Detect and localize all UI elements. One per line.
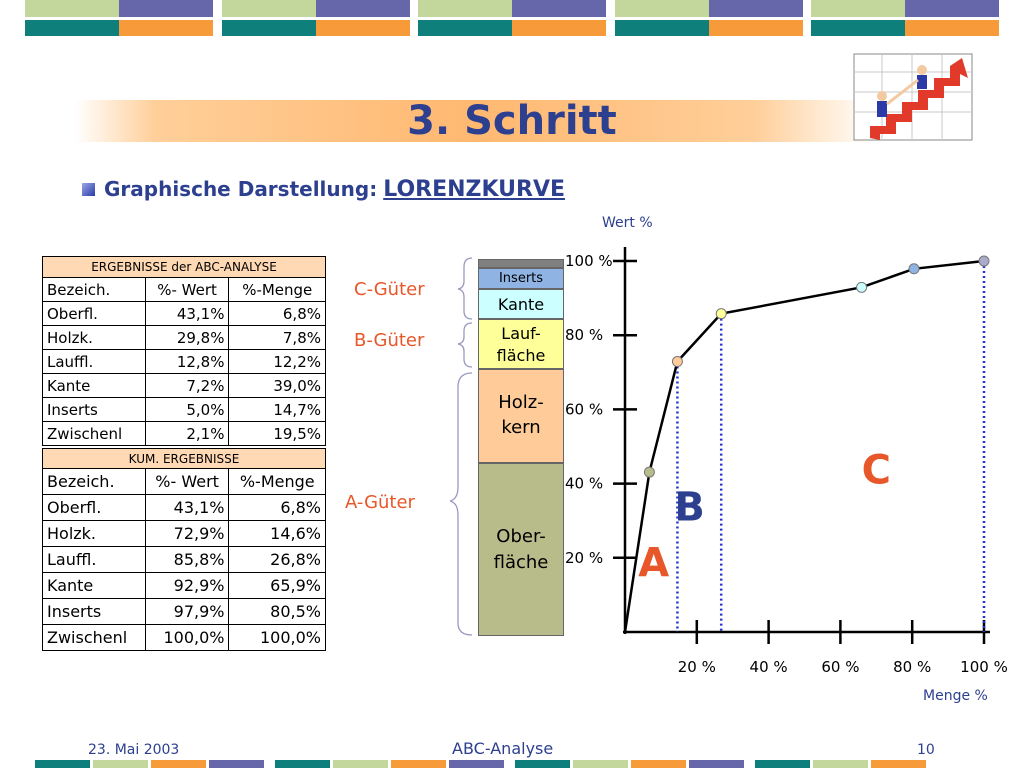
cell-quantity: 39,0% (228, 373, 326, 398)
column-header: %-Menge (228, 277, 326, 302)
footer-title: ABC-Analyse (452, 739, 554, 758)
y-tick-label: 100 % (565, 252, 613, 270)
column-header: Bezeich. (42, 468, 146, 495)
cell-quantity: 19,5% (228, 421, 326, 446)
cell-label: Zwischenl (42, 421, 146, 446)
cell-quantity: 65,9% (228, 572, 326, 599)
x-axis-label: Menge % (923, 688, 988, 704)
subtitle-prefix: Graphische Darstellung: (104, 177, 378, 201)
column-header: %- Wert (144, 277, 230, 302)
cell-value: 43,1% (144, 494, 230, 521)
data-point (643, 466, 655, 478)
table-row: Kante 7,2% 39,0% (42, 373, 326, 398)
lorenz-chart: Wert % Menge % 20 % 40 % 60 % 80 % 100 % 20 %… (565, 215, 1008, 704)
column-header: %- Wert (144, 468, 230, 495)
cell-value: 43,1% (144, 301, 230, 326)
cell-value: 92,9% (144, 572, 230, 599)
column-header: Bezeich. (42, 277, 146, 302)
cell-value: 97,9% (144, 598, 230, 625)
cell-quantity: 80,5% (228, 598, 326, 625)
y-axis-label: Wert % (602, 215, 653, 231)
stairs-clipart-icon (853, 53, 973, 141)
subtitle-lorenzkurve: LORENZKURVE (383, 177, 565, 202)
data-point (856, 281, 868, 293)
data-point (978, 255, 990, 267)
cell-label: Lauffl. (42, 349, 146, 374)
cell-value: 2,1% (144, 421, 230, 446)
table-row: Lauffl. 12,8% 12,2% (42, 349, 326, 374)
data-point (671, 356, 683, 368)
cell-label: Oberfl. (42, 494, 146, 521)
cell-value: 7,2% (144, 373, 230, 398)
cell-value: 29,8% (144, 325, 230, 350)
a-gueter-label: A-Güter (345, 492, 415, 513)
cumulative-table-caption: KUM. ERGEBNISSE (42, 448, 326, 469)
cell-label: Inserts (42, 397, 146, 422)
cell-quantity: 100,0% (228, 624, 326, 651)
c-gueter-label: C-Güter (354, 279, 425, 300)
class-label: C (862, 448, 891, 494)
y-tick-label: 60 % (565, 400, 603, 418)
table-row: Zwischenl 2,1% 19,5% (42, 421, 326, 446)
cell-value: 100,0% (144, 624, 230, 651)
cell-label: Oberfl. (42, 301, 146, 326)
data-point (908, 263, 920, 275)
x-tick-label: 100 % (960, 658, 1008, 676)
cell-value: 5,0% (144, 397, 230, 422)
cell-quantity: 26,8% (228, 546, 326, 573)
column-header: %-Menge (228, 468, 326, 495)
class-label: B (674, 485, 705, 531)
cell-quantity: 6,8% (228, 494, 326, 521)
bullet-square-icon (82, 183, 95, 196)
cell-quantity: 7,8% (228, 325, 326, 350)
subtitle: Graphische Darstellung: LORENZKURVE (104, 177, 565, 202)
table-row: Zwischenl 100,0% 100,0% (42, 624, 326, 651)
top-decoration-bar (25, 0, 1000, 36)
page-number: 10 (917, 742, 935, 758)
cell-label: Inserts (42, 598, 146, 625)
cell-label: Holzk. (42, 520, 146, 547)
cell-quantity: 14,6% (228, 520, 326, 547)
y-tick-label: 40 % (565, 475, 603, 493)
results-table: ERGEBNISSE der ABC-ANALYSE Bezeich. %- W… (42, 256, 326, 446)
class-label: A (638, 540, 669, 586)
cell-label: Holzk. (42, 325, 146, 350)
table-row: Holzk. 29,8% 7,8% (42, 325, 326, 350)
y-tick-label: 20 % (565, 549, 603, 567)
bottom-decoration-bar (35, 760, 965, 768)
cell-quantity: 14,7% (228, 397, 326, 422)
cell-quantity: 12,2% (228, 349, 326, 374)
x-tick-label: 80 % (893, 658, 931, 676)
cell-value: 12,8% (144, 349, 230, 374)
group-braces (450, 257, 473, 636)
table-row: Holzk. 72,9% 14,6% (42, 520, 326, 547)
lorenz-curve-line (623, 259, 985, 633)
x-tick-label: 40 % (750, 658, 788, 676)
x-tick-label: 20 % (678, 658, 716, 676)
cell-label: Zwischenl (42, 624, 146, 651)
data-point (715, 308, 727, 320)
cumulative-table: KUM. ERGEBNISSE Bezeich. %- Wert %-Menge… (42, 448, 326, 651)
results-table-caption: ERGEBNISSE der ABC-ANALYSE (42, 256, 326, 278)
x-tick-label: 60 % (821, 658, 859, 676)
cell-quantity: 6,8% (228, 301, 326, 326)
table-row: Lauffl. 85,8% 26,8% (42, 546, 326, 573)
table-row: Oberfl. 43,1% 6,8% (42, 494, 326, 521)
cell-label: Kante (42, 572, 146, 599)
cell-value: 72,9% (144, 520, 230, 547)
cell-label: Lauffl. (42, 546, 146, 573)
y-tick-label: 80 % (565, 326, 603, 344)
table-row: Oberfl. 43,1% 6,8% (42, 301, 326, 326)
footer-date: 23. Mai 2003 (88, 742, 180, 758)
cell-value: 85,8% (144, 546, 230, 573)
table-row: Kante 92,9% 65,9% (42, 572, 326, 599)
b-gueter-label: B-Güter (354, 330, 425, 351)
table-row: Inserts 97,9% 80,5% (42, 598, 326, 625)
table-row: Inserts 5,0% 14,7% (42, 397, 326, 422)
cell-label: Kante (42, 373, 146, 398)
